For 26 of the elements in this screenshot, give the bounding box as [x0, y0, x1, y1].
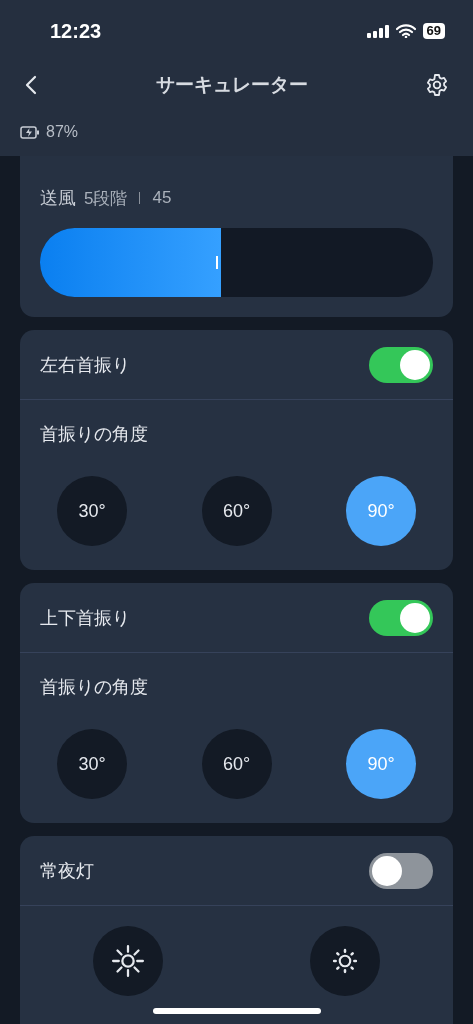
- angle-option[interactable]: 30°: [57, 476, 127, 546]
- signal-icon: [366, 24, 389, 38]
- angle-option[interactable]: 60°: [201, 476, 272, 546]
- screen-title: サーキュレーター: [155, 73, 308, 97]
- fan-mode: 5段階: [84, 187, 128, 210]
- toggle-switch[interactable]: [369, 346, 433, 383]
- fan-label: 送風: [40, 187, 76, 210]
- setting-title: 常夜灯: [40, 859, 94, 883]
- wifi-icon: [395, 24, 416, 38]
- setting-title: 上下首振り: [40, 606, 130, 630]
- status-time: 12:23: [50, 19, 102, 43]
- battery-indicator: 69: [422, 23, 445, 39]
- back-icon[interactable]: [24, 75, 38, 95]
- charging-battery-icon: [20, 125, 40, 139]
- angle-option[interactable]: 30°: [57, 729, 127, 799]
- toggle-switch[interactable]: [369, 852, 433, 889]
- toggle-switch[interactable]: [369, 599, 433, 636]
- settings-icon[interactable]: [425, 73, 449, 97]
- angle-label: 首振りの角度: [39, 676, 149, 699]
- angle-label: 首振りの角度: [39, 423, 149, 446]
- fan-speed-value: 45: [152, 188, 172, 208]
- device-battery-level: 87%: [46, 123, 79, 141]
- angle-option[interactable]: 60°: [201, 729, 272, 799]
- sun-icon: [111, 944, 145, 978]
- setting-title: 左右首振り: [40, 353, 130, 377]
- sun-icon: [331, 947, 359, 975]
